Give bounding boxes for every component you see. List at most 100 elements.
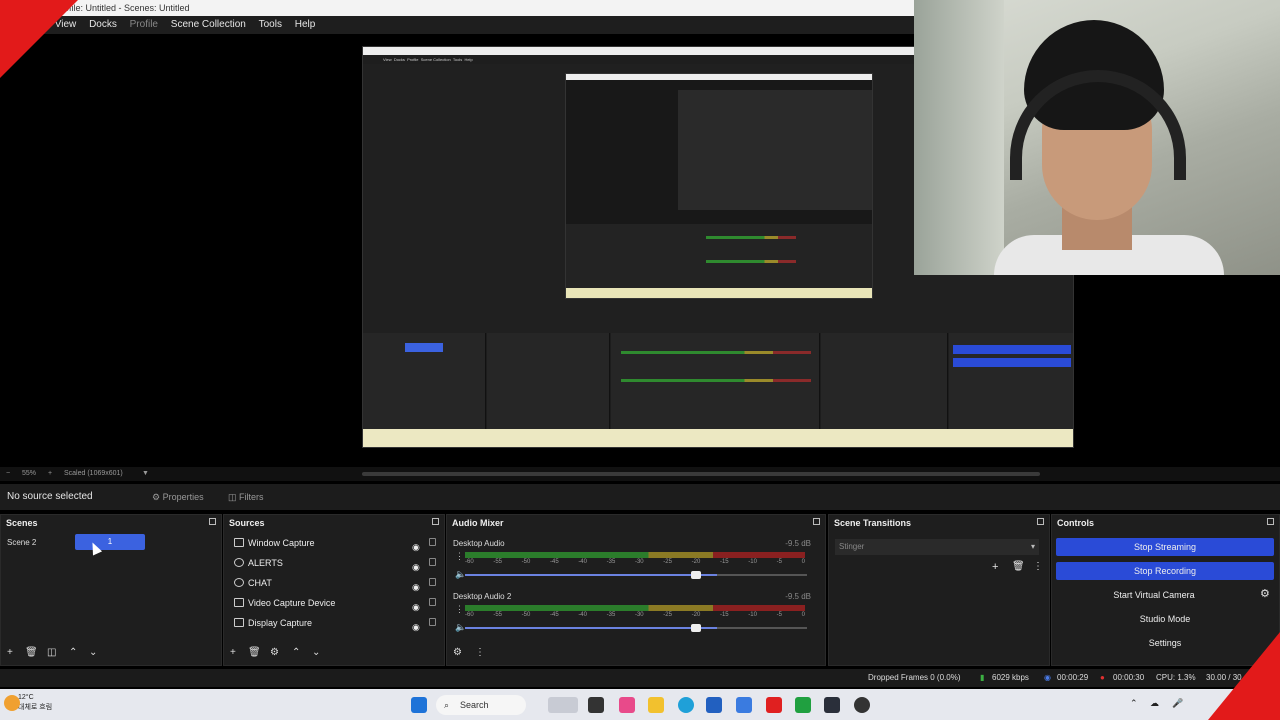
monitor-icon — [234, 618, 244, 627]
lock-icon[interactable] — [429, 558, 436, 566]
more-icon[interactable]: ⋮ — [455, 604, 464, 615]
scene-item[interactable]: Scene 2 — [7, 538, 36, 547]
move-up-icon[interactable]: ⌃ — [69, 647, 77, 658]
dropped-frames: Dropped Frames 0 (0.0%) — [868, 673, 961, 682]
stop-recording-button[interactable]: Stop Recording — [1056, 562, 1274, 580]
undock-icon[interactable] — [209, 518, 216, 525]
file-explorer-icon[interactable] — [648, 697, 664, 713]
preview-scrollbar[interactable] — [362, 472, 1040, 476]
weather-widget[interactable]: 12°C 대체로 흐림 — [18, 693, 52, 713]
camera-icon — [234, 598, 244, 607]
more-icon[interactable]: ⋮ — [475, 647, 485, 658]
globe-icon — [234, 578, 244, 587]
menu-help[interactable]: Help — [290, 16, 321, 34]
scene-item-selected[interactable]: 1 — [75, 534, 145, 550]
trash-icon[interactable]: 🗑 — [248, 647, 261, 658]
channel-name: Desktop Audio — [453, 539, 505, 548]
more-icon[interactable]: ⋮ — [455, 551, 464, 562]
zoom-level: 55% — [22, 470, 37, 477]
scale-dropdown-icon[interactable]: ▼ — [142, 467, 149, 481]
app-icon[interactable] — [795, 697, 811, 713]
transition-select[interactable]: Stinger ▾ — [835, 539, 1039, 555]
chevron-up-icon[interactable]: ⌃ — [1130, 698, 1138, 709]
menu-tools[interactable]: Tools — [254, 16, 287, 34]
properties-button[interactable]: ⚙ Properties — [152, 489, 204, 505]
add-icon[interactable]: + — [7, 647, 13, 658]
move-down-icon[interactable]: ⌄ — [312, 647, 320, 658]
scenes-dock: Scenes Scene 2 1 + 🗑 ◫ ⌃ ⌄ — [0, 514, 222, 666]
signal-icon: ▮ — [980, 673, 985, 682]
weather-text: 대체로 흐림 — [18, 704, 53, 711]
studio-mode-button[interactable]: Studio Mode — [1056, 610, 1274, 628]
volume-slider[interactable] — [465, 574, 717, 576]
start-icon[interactable] — [411, 697, 427, 713]
move-up-icon[interactable]: ⌃ — [292, 647, 300, 658]
lock-icon[interactable] — [429, 618, 436, 626]
menu-profile[interactable]: Profile — [125, 16, 163, 34]
menu-docks[interactable]: Docks — [84, 16, 122, 34]
mail-icon[interactable] — [736, 697, 752, 713]
source-item[interactable]: Display Capture ◉ — [231, 614, 443, 632]
trash-icon[interactable]: 🗑 — [25, 647, 38, 658]
steam-icon[interactable] — [824, 697, 840, 713]
undock-icon[interactable] — [1037, 518, 1044, 525]
edge-icon[interactable] — [678, 697, 694, 713]
obs-icon[interactable] — [854, 697, 870, 713]
audio-mixer-dock: Audio Mixer Desktop Audio -9.5 dB ⋮ -60-… — [446, 514, 826, 666]
filters-button[interactable]: ◫ Filters — [228, 489, 264, 505]
stop-streaming-button[interactable]: Stop Streaming — [1056, 538, 1274, 556]
filter-icon[interactable]: ◫ — [47, 647, 56, 658]
undock-icon[interactable] — [813, 518, 820, 525]
mic-icon[interactable]: 🎤 — [1172, 698, 1183, 709]
youtube-icon[interactable] — [766, 697, 782, 713]
lock-icon[interactable] — [429, 598, 436, 606]
meter-ticks: -60 -55 -50 -45 -40 -35 -30 -25 -20 -15 -10 -5 0 — [465, 612, 805, 618]
gear-icon[interactable]: ⚙ — [1260, 587, 1270, 600]
store-icon[interactable] — [706, 697, 722, 713]
cloud-icon[interactable]: ☁ — [1150, 698, 1159, 709]
app-icon[interactable] — [619, 697, 635, 713]
stream-time: 00:00:29 — [1057, 673, 1089, 682]
weather-icon — [4, 695, 20, 711]
volume-slider-handle[interactable] — [691, 624, 701, 632]
zoom-in-icon[interactable]: + — [48, 467, 52, 481]
volume-slider[interactable] — [465, 627, 717, 629]
sources-title: Sources — [229, 518, 265, 528]
gear-icon: ⚙ — [152, 492, 161, 502]
stream-icon: ◉ — [1044, 673, 1051, 682]
add-icon[interactable]: + — [230, 647, 236, 658]
window-titlebar: ofile: Untitled - Scenes: Untitled — [0, 0, 915, 16]
more-icon[interactable]: ⋮ — [1033, 561, 1043, 572]
globe-icon — [234, 558, 244, 567]
move-down-icon[interactable]: ⌄ — [89, 647, 97, 658]
audio-channel: Desktop Audio -9.5 dB ⋮ -60 -55 -50 -45 -40-… — [453, 539, 813, 587]
preview-status-bar: − 55% + Scaled (1069x601) ▼ — [0, 467, 1280, 481]
start-virtual-camera-button[interactable]: Start Virtual Camera — [1056, 586, 1252, 604]
search-label: Search — [460, 700, 489, 710]
task-view-icon[interactable] — [588, 697, 604, 713]
menu-scene-collection[interactable]: Scene Collection — [166, 16, 251, 34]
source-item[interactable]: ALERTS ◉ — [231, 554, 443, 572]
source-item[interactable]: CHAT ◉ — [231, 574, 443, 592]
gear-icon[interactable]: ⚙ — [270, 647, 279, 658]
eye-icon[interactable]: ◉ — [412, 618, 420, 636]
advanced-audio-icon[interactable]: ⚙ — [453, 647, 462, 658]
scale-label: Scaled (1069x601) — [64, 470, 123, 477]
undock-icon[interactable] — [432, 518, 439, 525]
widgets-icon[interactable] — [548, 697, 578, 713]
source-item[interactable]: Window Capture ◉ — [231, 534, 443, 552]
source-item[interactable]: Video Capture Device ◉ — [231, 594, 443, 612]
undock-icon[interactable] — [1267, 518, 1274, 525]
audio-channel: Desktop Audio 2 -9.5 dB ⋮ -60 -55 -50 -45 -4… — [453, 592, 813, 640]
taskbar-search[interactable]: ⌕ Search — [436, 695, 526, 715]
lock-icon[interactable] — [429, 578, 436, 586]
lock-icon[interactable] — [429, 538, 436, 546]
bitrate: 6029 kbps — [992, 673, 1029, 682]
add-icon[interactable]: + — [992, 561, 998, 573]
zoom-out-icon[interactable]: − — [6, 467, 10, 481]
filter-icon: ◫ — [228, 492, 237, 502]
status-bar: Dropped Frames 0 (0.0%) ▮ 6029 kbps ◉ 00… — [0, 669, 1280, 687]
volume-slider-handle[interactable] — [691, 571, 701, 579]
trash-icon[interactable]: 🗑 — [1012, 561, 1025, 572]
chevron-down-icon: ▾ — [1030, 542, 1035, 551]
